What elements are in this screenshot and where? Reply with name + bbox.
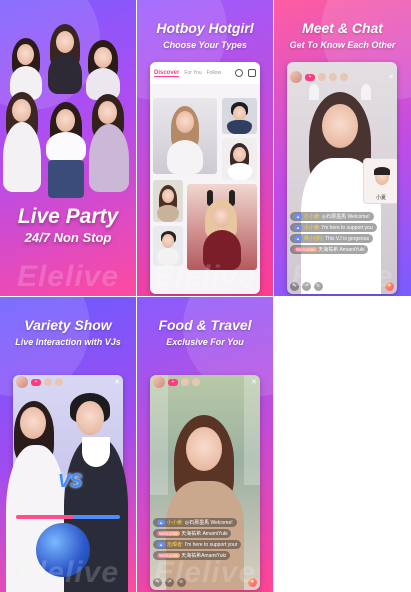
viewer-avatar[interactable]: [329, 73, 337, 81]
panel-title: Meet & Chat: [302, 20, 383, 36]
viewer-avatar[interactable]: [55, 378, 63, 386]
panel-subtitle: 24/7 Non Stop: [24, 230, 112, 245]
brand-watermark: Elelive: [16, 556, 120, 589]
live-header: + ✕: [150, 375, 260, 389]
brand-watermark: Elelive: [153, 556, 257, 589]
stream-card[interactable]: [222, 98, 257, 134]
discover-tabbar: Discover For You Follow: [150, 62, 260, 84]
panel-title: Live Party: [17, 205, 119, 228]
panel-subtitle: Get To Know Each Other: [289, 40, 396, 50]
stream-card[interactable]: [222, 138, 257, 180]
follow-button[interactable]: +: [168, 378, 178, 386]
vs-badge: VS: [58, 471, 83, 491]
chat-message: ▲ 小小姜: ◎石那墨馬 Welcome!: [290, 212, 374, 221]
viewer-avatar[interactable]: [192, 378, 200, 386]
viewer-avatar[interactable]: [181, 378, 189, 386]
chat-message: ▲ 小小姜: I'm here to support you: [290, 223, 377, 232]
chat-message: ▲ 焰燭者: I'm here to support your: [153, 540, 242, 549]
viewer-avatar[interactable]: [318, 73, 326, 81]
chat-message: ▲ 小小姜: ◎石那墨馬 Welcome!: [153, 518, 237, 527]
chat-feed: ▲ 小小姜: ◎石那墨馬 Welcome! ▲ 小小姜: I'm here to s…: [290, 212, 377, 254]
chat-message: ▲ 林小(你): This VJ is gorgeous: [290, 234, 374, 243]
panel-subtitle: Choose Your Types: [163, 40, 247, 50]
panel-hotboy-hotgirl: Hotboy Hotgirl Choose Your Types Discove…: [137, 0, 273, 296]
close-icon[interactable]: ✕: [251, 378, 257, 386]
brand-watermark: Elelive: [153, 260, 257, 293]
panel-title: Hotboy Hotgirl: [156, 20, 254, 36]
viewer-avatar[interactable]: [44, 378, 52, 386]
panel-subtitle: Live Interaction with VJs: [15, 337, 121, 347]
brand-watermark: Elelive: [291, 260, 394, 293]
panel-food-travel: Food & Travel Exclusive For You + ✕ ▲ 小小姜…: [137, 297, 273, 592]
pip-window[interactable]: 小夏: [363, 158, 397, 204]
stream-card[interactable]: [153, 180, 183, 222]
rank-icon[interactable]: [248, 69, 256, 77]
tab-follow[interactable]: Follow: [207, 70, 221, 76]
follow-button[interactable]: +: [31, 378, 41, 386]
host-avatar[interactable]: [16, 376, 28, 388]
brand-watermark: Elelive: [16, 260, 120, 293]
stream-card[interactable]: [153, 98, 217, 174]
chat-message: Welcome 天海祐希 AmamiYuki: [153, 529, 232, 538]
panel-subtitle: Exclusive For You: [166, 337, 244, 347]
search-icon[interactable]: [235, 69, 243, 77]
panel-meet-chat: Meet & Chat Get To Know Each Other + ✕ 小…: [274, 0, 411, 296]
close-icon[interactable]: ✕: [114, 378, 120, 386]
live-header: + ✕: [287, 62, 397, 92]
live-header: + ✕: [13, 375, 123, 389]
panel-title: Food & Travel: [158, 317, 252, 333]
chat-feed: ▲ 小小姜: ◎石那墨馬 Welcome! Welcome 天海祐希 AmamiY…: [153, 518, 242, 560]
chat-message: Welcome 天海祐希 AmamiYuki: [290, 245, 369, 254]
follow-button[interactable]: +: [305, 73, 315, 81]
tab-discover[interactable]: Discover: [154, 70, 180, 77]
panel-title: Variety Show: [24, 317, 112, 333]
panel-live-party: Live Party 24/7 Non Stop Elelive: [0, 0, 136, 296]
tab-for-you[interactable]: For You: [184, 70, 201, 76]
viewer-avatar[interactable]: [340, 73, 348, 81]
stream-card[interactable]: [187, 184, 257, 270]
close-icon[interactable]: ✕: [388, 73, 394, 81]
panel-variety-show: Variety Show Live Interaction with VJs +…: [0, 297, 136, 592]
pip-label: 小夏: [375, 195, 386, 201]
host-avatar[interactable]: [290, 71, 302, 83]
host-avatar[interactable]: [153, 376, 165, 388]
pk-progress-bar: [16, 515, 120, 519]
